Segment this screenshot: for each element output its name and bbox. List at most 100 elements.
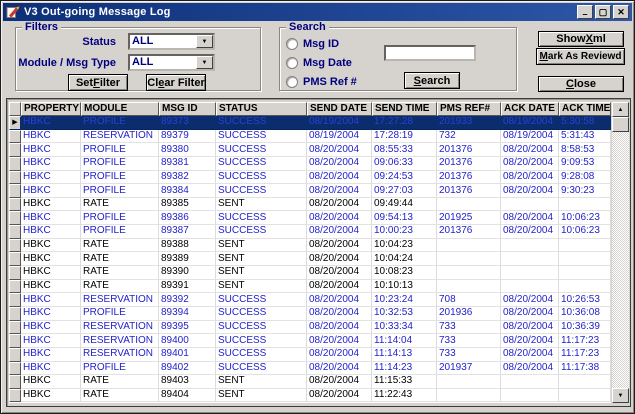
minimize-button[interactable]: – — [577, 5, 593, 19]
table-row[interactable]: HBKCPROFILE89384SUCCESS08/20/200409:27:0… — [9, 184, 611, 198]
show-xml-button[interactable]: Show Xml — [538, 31, 624, 47]
table-row[interactable]: HBKCRATE89404SENT08/20/200411:22:43 — [9, 389, 611, 403]
search-input[interactable] — [384, 45, 476, 61]
cell-msg-id: 89379 — [159, 130, 216, 144]
column-header-property[interactable]: PROPERTY — [21, 102, 81, 116]
row-selector[interactable] — [9, 198, 21, 212]
row-selector[interactable] — [9, 143, 21, 157]
column-header-msg-id[interactable]: MSG ID — [159, 102, 216, 116]
table-row[interactable]: HBKCPROFILE89394SUCCESS08/20/200410:32:5… — [9, 307, 611, 321]
cell-send-date: 08/20/2004 — [307, 348, 372, 362]
cell-ack-date: 08/20/2004 — [501, 334, 559, 348]
cell-pms-ref: 708 — [437, 293, 501, 307]
column-header-module[interactable]: MODULE — [81, 102, 159, 116]
row-selector[interactable] — [9, 334, 21, 348]
close-window-button[interactable]: ✕ — [613, 5, 629, 19]
search-button[interactable]: Search — [404, 72, 460, 89]
table-row[interactable]: HBKCRESERVATION89395SUCCESS08/20/200410:… — [9, 321, 611, 335]
cell-ack-time — [559, 266, 611, 280]
table-row[interactable]: HBKCRESERVATION89400SUCCESS08/20/200411:… — [9, 334, 611, 348]
row-selector[interactable] — [9, 184, 21, 198]
status-dropdown[interactable]: ALL ▼ — [128, 33, 215, 50]
column-header-ack-date[interactable]: ACK DATE — [501, 102, 559, 116]
table-row[interactable]: HBKCRATE89391SENT08/20/200410:10:13 — [9, 280, 611, 294]
cell-msg-id: 89387 — [159, 225, 216, 239]
column-header-ack-time[interactable]: ACK TIME — [559, 102, 611, 116]
row-selector[interactable] — [9, 280, 21, 294]
radio-pms-ref[interactable]: PMS Ref # — [286, 75, 357, 88]
row-selector[interactable] — [9, 252, 21, 266]
table-row[interactable]: HBKCRATE89388SENT08/20/200410:04:23 — [9, 239, 611, 253]
scroll-up-button[interactable]: ▲ — [612, 102, 629, 117]
mark-as-reviewed-button[interactable]: Mark As Reviewd — [536, 48, 625, 65]
row-selector[interactable] — [9, 225, 21, 239]
set-filter-button[interactable]: Set Filter — [68, 74, 128, 91]
row-selector[interactable] — [9, 389, 21, 403]
radio-msg-id-label: Msg ID — [303, 38, 339, 50]
scroll-down-button[interactable]: ▼ — [612, 388, 629, 403]
column-header-send-time[interactable]: SEND TIME — [372, 102, 437, 116]
table-row[interactable]: HBKCRATE89385SENT08/20/200409:49:44 — [9, 198, 611, 212]
table-row[interactable]: HBKCRATE89390SENT08/20/200410:08:23 — [9, 266, 611, 280]
cell-send-date: 08/20/2004 — [307, 211, 372, 225]
radio-msg-date-circle[interactable] — [286, 57, 298, 69]
cell-ack-time: 5:31:43 — [559, 130, 611, 144]
row-selector[interactable] — [9, 130, 21, 144]
row-selector[interactable] — [9, 293, 21, 307]
table-row[interactable]: HBKCRATE89403SENT08/20/200411:15:33 — [9, 375, 611, 389]
cell-module: PROFILE — [81, 184, 159, 198]
module-type-dropdown[interactable]: ALL ▼ — [128, 54, 215, 71]
cell-send-time: 11:14:04 — [372, 334, 437, 348]
column-header-pms-ref[interactable]: PMS REF# — [437, 102, 501, 116]
row-selector[interactable] — [9, 348, 21, 362]
table-row[interactable]: HBKCRESERVATION89392SUCCESS08/20/200410:… — [9, 293, 611, 307]
table-row[interactable]: ▶HBKCPROFILE89373SUCCESS08/19/200417:27:… — [9, 116, 611, 130]
cell-ack-time — [559, 280, 611, 294]
scrollbar-thumb[interactable] — [612, 117, 629, 132]
cell-ack-date — [501, 266, 559, 280]
row-selector[interactable] — [9, 171, 21, 185]
close-button[interactable]: Close — [538, 76, 624, 92]
table-row[interactable]: HBKCPROFILE89387SUCCESS08/20/200410:00:2… — [9, 225, 611, 239]
row-selector[interactable] — [9, 375, 21, 389]
grid-body: ▶HBKCPROFILE89373SUCCESS08/19/200417:27:… — [9, 116, 611, 403]
radio-msg-id[interactable]: Msg ID — [286, 37, 339, 50]
row-selector[interactable] — [9, 362, 21, 376]
table-row[interactable]: HBKCRESERVATION89379SUCCESS08/19/200417:… — [9, 130, 611, 144]
table-row[interactable]: HBKCPROFILE89402SUCCESS08/20/200411:14:2… — [9, 362, 611, 376]
radio-msg-date[interactable]: Msg Date — [286, 56, 352, 69]
row-selector[interactable] — [9, 266, 21, 280]
column-header-status[interactable]: STATUS — [216, 102, 307, 116]
row-selector[interactable] — [9, 307, 21, 321]
maximize-button[interactable]: ▢ — [595, 5, 611, 19]
cell-property: HBKC — [21, 157, 81, 171]
table-row[interactable]: HBKCPROFILE89382SUCCESS08/20/200409:24:5… — [9, 171, 611, 185]
cell-pms-ref: 201376 — [437, 225, 501, 239]
row-selector[interactable] — [9, 321, 21, 335]
cell-status: SUCCESS — [216, 334, 307, 348]
radio-pms-ref-label: PMS Ref # — [303, 76, 357, 88]
radio-pms-ref-circle[interactable] — [286, 76, 298, 88]
table-row[interactable]: HBKCPROFILE89386SUCCESS08/20/200409:54:1… — [9, 211, 611, 225]
row-selector[interactable] — [9, 211, 21, 225]
column-header-send-date[interactable]: SEND DATE — [307, 102, 372, 116]
scrollbar-track[interactable] — [612, 132, 629, 388]
module-type-dropdown-arrow-icon[interactable]: ▼ — [196, 56, 213, 69]
status-dropdown-arrow-icon[interactable]: ▼ — [196, 35, 213, 48]
table-row[interactable]: HBKCRESERVATION89401SUCCESS08/20/200411:… — [9, 348, 611, 362]
window-controls: – ▢ ✕ — [575, 5, 629, 19]
table-row[interactable]: HBKCPROFILE89381SUCCESS08/20/200409:06:3… — [9, 157, 611, 171]
cell-module: RATE — [81, 375, 159, 389]
table-row[interactable]: HBKCRATE89389SENT08/20/200410:04:24 — [9, 252, 611, 266]
table-row[interactable]: HBKCPROFILE89380SUCCESS08/20/200408:55:3… — [9, 143, 611, 157]
row-selector[interactable] — [9, 157, 21, 171]
row-selector[interactable] — [9, 239, 21, 253]
cell-pms-ref — [437, 375, 501, 389]
clear-filter-button[interactable]: Clear Filter — [146, 74, 206, 91]
cell-send-time: 09:24:53 — [372, 171, 437, 185]
cell-pms-ref — [437, 239, 501, 253]
selected-row-marker-icon[interactable]: ▶ — [9, 116, 21, 130]
vertical-scrollbar[interactable]: ▲ ▼ — [612, 102, 629, 403]
radio-msg-id-circle[interactable] — [286, 38, 298, 50]
cell-property: HBKC — [21, 239, 81, 253]
